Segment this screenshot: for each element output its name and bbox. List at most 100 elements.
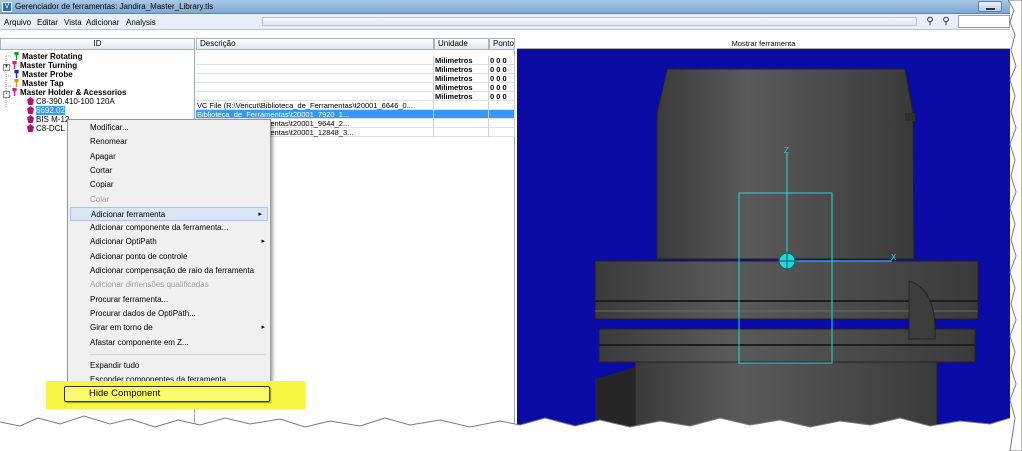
viewer-title: Mostrar ferramenta [517, 38, 1010, 49]
menu-arquivo[interactable]: Arquivo [4, 18, 31, 27]
holder-icon [27, 106, 34, 114]
tree-item-label: BIS M-12 [36, 115, 70, 124]
axis-z-label: Z [784, 146, 789, 155]
context-menu-item-label: Renomear [90, 137, 128, 147]
search-input[interactable] [958, 15, 1010, 28]
tool-viewer[interactable]: Mostrar ferramenta Z X [517, 38, 1010, 438]
table-row[interactable]: Milimetros 0 0 0 [196, 56, 515, 65]
minimize-icon [986, 8, 995, 10]
tree-item[interactable]: C8-DCL [27, 124, 65, 134]
window-title-bar: V Gerenciador de ferramentas: Jandira_Ma… [0, 0, 1010, 14]
tree-header-id[interactable]: ID [0, 38, 195, 50]
context-menu-item-label: Expandir tudo [90, 360, 140, 370]
context-menu-item[interactable]: Adicionar ferramenta ▸ [70, 206, 268, 221]
context-menu-item-label: Colar [90, 194, 110, 204]
table-cell-unit: Milimetros [434, 92, 489, 101]
context-menu-item-label: Adicionar compensação de raio da ferrame… [90, 266, 255, 275]
context-menu-item-label: Copiar [90, 180, 114, 190]
context-menu-item-label: Girar em torno de [90, 323, 153, 333]
tree-item-label: 6692.02 [36, 106, 65, 115]
context-menu-item: Adicionar dimensões qualificadas [68, 278, 270, 292]
table-cell-desc [196, 56, 434, 65]
table-cell-unit: Milimetros [434, 83, 489, 92]
minimize-button[interactable] [978, 1, 1002, 12]
table-row[interactable]: Milimetros 0 0 0 [196, 83, 515, 92]
table-cell-unit [434, 119, 489, 128]
context-menu-item[interactable]: Cortar [68, 164, 270, 178]
context-menu-item[interactable]: Adicionar componente da ferramenta... [68, 221, 270, 235]
tree-item-label: Master Probe [22, 70, 73, 79]
torn-edge-decoration [0, 415, 1011, 451]
table-cell-ponto: 0 0 0 [489, 56, 515, 65]
submenu-arrow-icon: ▸ [258, 210, 262, 218]
context-menu-item[interactable]: Expandir tudo [68, 359, 270, 373]
table-cell-unit: Milimetros [434, 56, 489, 65]
table-row[interactable]: Milimetros 0 0 0 [196, 74, 515, 83]
table-row[interactable]: VC File (R:\Vericut\Biblioteca_de_Ferram… [196, 101, 515, 110]
toolbar-field [262, 17, 917, 26]
tree-item-label: Master Turning [20, 61, 78, 70]
table-row[interactable]: Biblioteca_de_Ferramentas\t20001_7920_1.… [196, 110, 515, 119]
context-menu-item[interactable]: Girar em torno de ▸ [68, 321, 270, 335]
context-menu-item[interactable]: Apagar [68, 150, 270, 164]
context-menu-item[interactable]: Procurar ferramenta... [68, 293, 270, 307]
tree-item-label: C8-390.410-100 120A [36, 97, 115, 106]
context-menu-item: Colar [68, 193, 270, 207]
table-row[interactable]: Milimetros 0 0 0 [196, 65, 515, 74]
tree-item-label: Master Tap [22, 79, 64, 88]
table-cell-desc [196, 74, 434, 83]
table-cell-desc: Biblioteca_de_Ferramentas\t20001_7920_1.… [196, 110, 434, 119]
tree-item-label: Master Holder & Acessorios [20, 88, 127, 97]
context-menu-item-label: Adicionar componente da ferramenta... [90, 223, 229, 233]
column-header-unidade[interactable]: Unidade [434, 38, 489, 50]
table-cell-ponto [489, 110, 515, 119]
table-row[interactable]: Milimetros 0 0 0 [196, 92, 515, 101]
menu-separator [90, 353, 266, 355]
submenu-arrow-icon: ▸ [261, 324, 265, 332]
context-menu-item-label: Afastar componente em Z... [90, 337, 189, 347]
submenu-arrow-icon: ▸ [261, 238, 265, 246]
table-cell-ponto: 0 0 0 [489, 92, 515, 101]
torn-right-edge-decoration [1008, 0, 1022, 451]
table-cell-unit [434, 101, 489, 110]
menu-vista[interactable]: Vista [64, 18, 82, 27]
tool-group-icon [14, 70, 19, 78]
context-menu-item-label: Cortar [90, 165, 113, 175]
table-cell-ponto: 0 0 0 [489, 83, 515, 92]
tool-group-icon [14, 79, 19, 87]
holder-icon [27, 124, 34, 132]
app-icon: V [2, 2, 12, 12]
table-cell-unit: Milimetros [434, 74, 489, 83]
axis-x-label: X [891, 253, 897, 262]
context-menu-item-label: Procurar dados de OptiPath... [90, 308, 196, 318]
context-menu-item[interactable]: Adicionar compensação de raio da ferrame… [68, 264, 270, 278]
tree-item-label: C8-DCL [36, 124, 65, 133]
find-next-icon[interactable]: ⚲ [940, 16, 952, 27]
context-menu-item-label: Adicionar ferramenta [91, 209, 166, 219]
holder-icon [27, 115, 34, 123]
menu-adicionar[interactable]: Adicionar [86, 18, 119, 27]
context-menu-item[interactable]: Adicionar ponto de controle [68, 250, 270, 264]
find-previous-icon[interactable]: ⚲ [924, 16, 936, 27]
context-menu-item[interactable]: Copiar [68, 178, 270, 192]
column-header-ponto[interactable]: Ponto [489, 38, 515, 50]
tool-3d-render [594, 68, 979, 438]
table-cell-desc [196, 65, 434, 74]
menu-editar[interactable]: Editar [37, 18, 58, 27]
tree-item-label: Master Rotating [22, 52, 83, 61]
context-menu-item-label: Adicionar OptiPath [90, 237, 157, 247]
column-header-descricao[interactable]: Descrição [196, 38, 434, 50]
context-menu-item[interactable]: Afastar componente em Z... [68, 336, 270, 350]
menu-bar: Arquivo Editar Vista Adicionar Analysis … [0, 14, 1010, 30]
context-menu-item[interactable]: Procurar dados de OptiPath... [68, 307, 270, 321]
menu-analysis[interactable]: Analysis [126, 18, 156, 27]
context-menu-item-label: Apagar [90, 151, 116, 161]
context-menu-item[interactable]: Modificar... [68, 121, 270, 135]
holder-icon [27, 97, 34, 105]
context-menu-item[interactable]: Adicionar OptiPath ▸ [68, 235, 270, 249]
table-cell-unit [434, 128, 489, 137]
context-menu-item[interactable]: Renomear [68, 135, 270, 149]
table-cell-ponto: 0 0 0 [489, 65, 515, 74]
collapse-icon[interactable]: - [3, 91, 10, 98]
table-cell-ponto: 0 0 0 [489, 74, 515, 83]
